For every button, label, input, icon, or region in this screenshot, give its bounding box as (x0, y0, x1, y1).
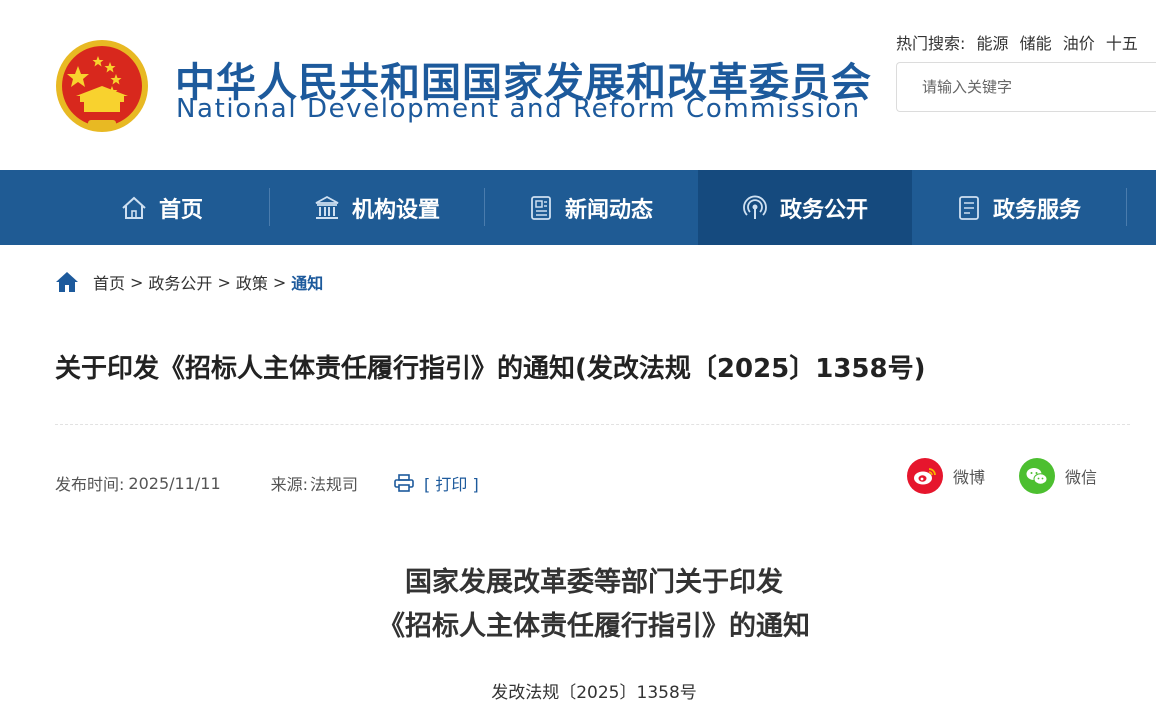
breadcrumb-separator: > (217, 272, 231, 292)
breadcrumb-home[interactable]: 首页 (93, 270, 125, 294)
hot-search-label: 热门搜索: (896, 34, 966, 53)
publish-date: 2025/11/11 (128, 473, 221, 493)
print-label: [ 打印 ] (424, 475, 479, 494)
nav-item-gov-affairs[interactable]: 政务公开 (698, 170, 912, 245)
nav-item-home[interactable]: 首页 (55, 170, 269, 245)
doc-number: 发改法规〔2025〕1358号 (491, 683, 697, 703)
site-header: 中华人民共和国国家发展和改革委员会 National Development a… (0, 0, 1156, 170)
breadcrumb-current[interactable]: 通知 (291, 270, 323, 294)
home-icon[interactable] (55, 271, 79, 293)
nav-item-gov-services[interactable]: 政务服务 (912, 170, 1126, 245)
hot-keyword-oil-price[interactable]: 油价 (1063, 34, 1095, 53)
nav-label-gov-affairs: 政务公开 (779, 197, 868, 223)
search-input[interactable] (896, 62, 1156, 112)
printer-icon (394, 474, 414, 492)
national-emblem-icon[interactable] (54, 36, 150, 136)
share-weibo-label: 微博 (953, 468, 986, 487)
hot-search: 热门搜索: 能源 储能 油价 十五 (896, 30, 1138, 54)
share-wechat-label: 微信 (1065, 468, 1098, 487)
print-button[interactable]: [ 打印 ] (394, 471, 479, 495)
article-meta: 发布时间: 2025/11/11 来源: 法规司 [ 打印 ] (55, 471, 479, 495)
share-weibo-button[interactable]: 微博 (907, 458, 985, 494)
nav-label-news: 新闻动态 (564, 197, 653, 223)
breadcrumb-policy[interactable]: 政策 (236, 270, 268, 294)
hot-keyword-fifteen[interactable]: 十五 (1106, 34, 1138, 53)
nav-item-institution[interactable]: 机构设置 (270, 170, 484, 245)
article-title: 关于印发《招标人主体责任履行指引》的通知(发改法规〔2025〕1358号) (55, 354, 926, 384)
breadcrumb-gov-affairs[interactable]: 政务公开 (148, 270, 212, 294)
breadcrumb: 首页 > 政务公开 > 政策 > 通知 (55, 270, 323, 294)
nav-label-gov-services: 政务服务 (992, 197, 1081, 223)
doc-heading-line1: 国家发展改革委等部门关于印发 (405, 567, 783, 598)
title-divider (55, 424, 1130, 425)
share-wechat-button[interactable]: 微信 (1019, 458, 1097, 494)
weibo-icon (907, 458, 943, 494)
hot-keyword-storage[interactable]: 储能 (1020, 34, 1052, 53)
main-nav: 首页 机构设置 新闻动态 政务公开 政务服务 (0, 170, 1156, 245)
nav-label-institution: 机构设置 (351, 197, 440, 223)
publish-label: 发布时间: (55, 475, 125, 494)
org-name-en[interactable]: National Development and Reform Commissi… (176, 94, 861, 124)
newspaper-icon (531, 195, 551, 220)
source-label: 来源: (270, 475, 309, 494)
nav-item-news[interactable]: 新闻动态 (485, 170, 697, 245)
doc-heading-line2: 《招标人主体责任履行指引》的通知 (378, 611, 810, 642)
broadcast-icon (743, 195, 767, 219)
breadcrumb-separator: > (130, 272, 144, 292)
nav-divider (1126, 188, 1127, 226)
institution-icon (315, 195, 339, 219)
document-icon (959, 195, 979, 220)
hot-keyword-energy[interactable]: 能源 (977, 34, 1009, 53)
home-outline-icon (122, 196, 146, 219)
nav-label-home: 首页 (158, 197, 203, 223)
wechat-icon (1019, 458, 1055, 494)
breadcrumb-separator: > (272, 272, 287, 292)
source-value: 法规司 (310, 475, 359, 494)
